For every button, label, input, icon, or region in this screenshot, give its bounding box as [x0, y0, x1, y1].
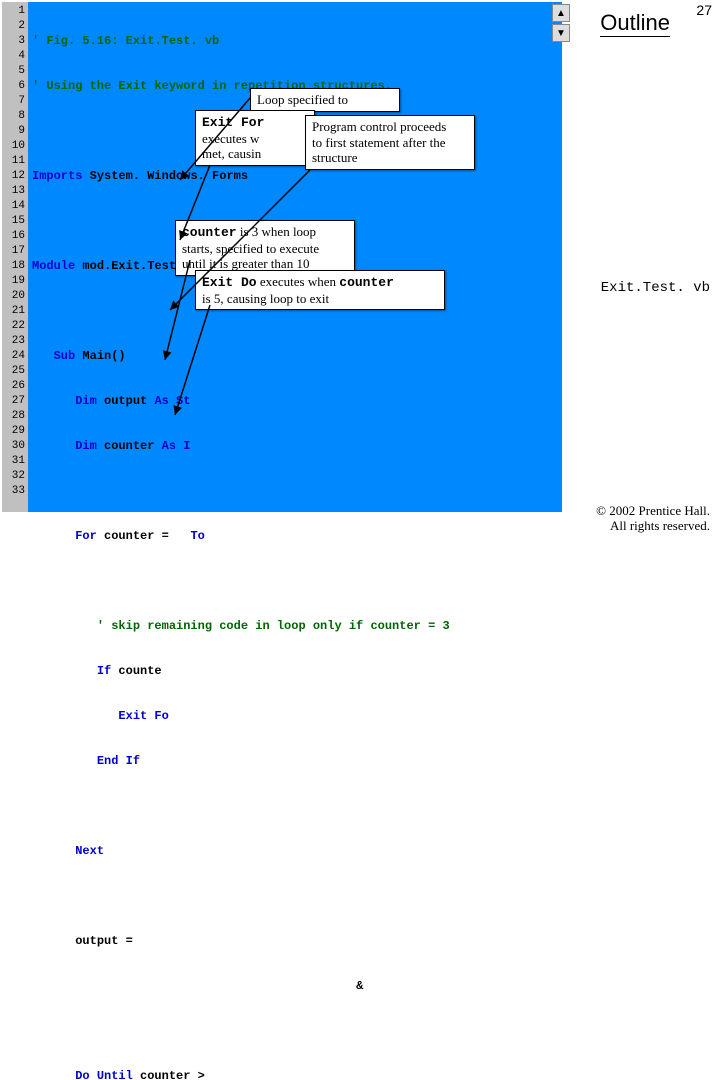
callout-text: Loop specified to — [257, 92, 348, 107]
code-text: Exit Fo — [118, 709, 168, 723]
nav-buttons: ▲ ▼ — [552, 4, 570, 44]
code-text: Dim — [75, 394, 97, 408]
code-text: Sub — [54, 349, 76, 363]
code-text: counter > — [133, 1069, 205, 1080]
nav-up-button[interactable]: ▲ — [552, 4, 570, 22]
code-text: counter = — [97, 529, 176, 543]
callout-text: structure — [312, 150, 357, 165]
down-arrow-icon: ▼ — [556, 28, 566, 39]
code-text: Do Until — [75, 1069, 133, 1080]
callout-text: is 5, causing loop to exit — [202, 291, 329, 306]
code-text: output = — [75, 934, 140, 948]
code-text: As I — [162, 439, 191, 453]
code-text: Module — [32, 259, 75, 273]
callout-text: starts, specified to execute — [182, 241, 319, 256]
copyright: © 2002 Prentice Hall. All rights reserve… — [596, 503, 710, 534]
callout-text: counter — [182, 225, 237, 240]
filename-label: Exit.Test. vb — [601, 280, 710, 296]
nav-down-button[interactable]: ▼ — [552, 24, 570, 42]
code-text: counte — [111, 664, 161, 678]
code-text: As St — [154, 394, 190, 408]
code-text: Next — [75, 844, 104, 858]
callout-exit-for: Exit For executes w met, causin — [195, 110, 315, 166]
up-arrow-icon: ▲ — [556, 8, 566, 19]
line-gutter: 12345678910 11121314151617181920 2122232… — [2, 2, 28, 512]
callout-text: Exit For — [202, 115, 264, 130]
callout-text: Program control proceeds — [312, 119, 446, 134]
callout-loop-spec: Loop specified to — [250, 88, 400, 112]
callout-text: to first statement after the — [312, 135, 446, 150]
code-text: ' Fig. 5.16: Exit.Test. vb — [32, 34, 219, 48]
code-text: Imports — [32, 169, 82, 183]
callout-text: is 3 when loop — [237, 224, 316, 239]
code-text: System. Windows. Forms — [82, 169, 248, 183]
code-text: Main() — [75, 349, 125, 363]
code-text: output — [97, 394, 155, 408]
code-text: For — [75, 529, 97, 543]
callout-text: executes w — [202, 131, 259, 146]
callout-exit-do: Exit Do executes when counter is 5, caus… — [195, 270, 445, 310]
code-text: & — [356, 979, 363, 993]
code-text: To — [176, 529, 205, 543]
callout-text: executes when — [257, 274, 340, 289]
code-text: ' skip remaining code in loop only if co… — [97, 619, 450, 633]
code-text: mod.Exit.Test — [75, 259, 176, 273]
slide-number: 27 — [696, 2, 712, 18]
outline-heading: Outline — [600, 10, 670, 37]
callout-text: met, causin — [202, 146, 261, 161]
code-text: End If — [97, 754, 140, 768]
callout-counter-3: counter is 3 when loop starts, specified… — [175, 220, 355, 276]
copyright-line: All rights reserved. — [610, 518, 710, 533]
callout-text: until it is greater than 10 — [182, 256, 309, 271]
code-text: Dim — [75, 439, 97, 453]
callout-text: counter — [339, 275, 394, 290]
code-text: If — [97, 664, 111, 678]
callout-text: Exit Do — [202, 275, 257, 290]
copyright-line: © 2002 Prentice Hall. — [596, 503, 710, 518]
callout-program-control: Program control proceeds to first statem… — [305, 115, 475, 170]
code-text: counter — [97, 439, 162, 453]
